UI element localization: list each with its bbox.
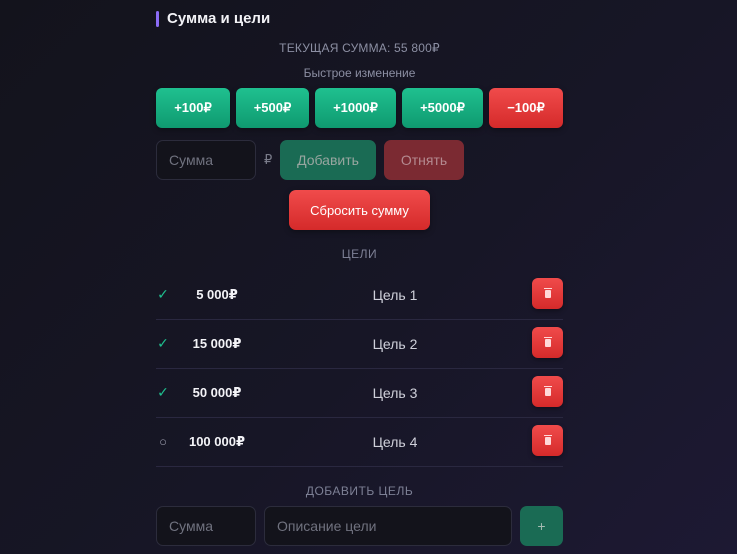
- goal-name: Цель 2: [372, 335, 418, 352]
- goal-row: ○ 100 000₽ Цель 4: [156, 417, 563, 467]
- goal-row: ✓ 50 000₽ Цель 3: [156, 368, 563, 418]
- add-button[interactable]: Добавить: [280, 140, 376, 180]
- goal-name: Цель 4: [372, 433, 418, 450]
- section-title: Сумма и цели: [167, 10, 271, 27]
- trash-icon: [543, 336, 552, 347]
- goal-name: Цель 1: [372, 286, 418, 303]
- current-sum: ТЕКУЩАЯ СУММА: 55 800₽: [279, 41, 440, 55]
- goal-amount: 15 000₽: [192, 335, 242, 351]
- goal-description-input[interactable]: Описание цели: [264, 506, 512, 546]
- amount-input-placeholder: Сумма: [169, 152, 213, 168]
- delete-goal-button[interactable]: [532, 278, 563, 309]
- goal-description-placeholder: Описание цели: [277, 518, 377, 534]
- goal-amount: 5 000₽: [196, 286, 238, 302]
- delete-goal-button[interactable]: [532, 327, 563, 358]
- add-goal-button[interactable]: +: [520, 506, 563, 546]
- subtract-button[interactable]: Отнять: [384, 140, 464, 180]
- amount-input[interactable]: Сумма: [156, 140, 256, 180]
- quick-add-1000-button[interactable]: +1000₽: [315, 88, 396, 128]
- quick-change-label: Быстрое изменение: [303, 66, 416, 80]
- goal-amount-input[interactable]: Сумма: [156, 506, 256, 546]
- quick-subtract-100-button[interactable]: −100₽: [489, 88, 563, 128]
- goal-name: Цель 3: [372, 384, 418, 401]
- goal-amount: 100 000₽: [188, 433, 246, 449]
- goal-row: ✓ 15 000₽ Цель 2: [156, 319, 563, 369]
- section-header: Сумма и цели: [156, 10, 270, 27]
- delete-goal-button[interactable]: [532, 425, 563, 456]
- add-goal-title: ДОБАВИТЬ ЦЕЛЬ: [305, 484, 414, 498]
- check-icon: ✓: [157, 286, 169, 302]
- delete-goal-button[interactable]: [532, 376, 563, 407]
- trash-icon: [543, 287, 552, 298]
- quick-add-5000-button[interactable]: +5000₽: [402, 88, 483, 128]
- circle-icon: ○: [159, 434, 167, 449]
- goal-amount-placeholder: Сумма: [169, 518, 213, 534]
- goals-title: ЦЕЛИ: [341, 247, 378, 261]
- currency-sign: ₽: [264, 152, 273, 167]
- accent-bar: [156, 10, 159, 27]
- trash-icon: [543, 385, 552, 396]
- reset-sum-button[interactable]: Сбросить сумму: [289, 190, 430, 230]
- trash-icon: [543, 434, 552, 445]
- quick-add-100-button[interactable]: +100₽: [156, 88, 230, 128]
- check-icon: ✓: [157, 384, 169, 400]
- quick-add-500-button[interactable]: +500₽: [236, 88, 309, 128]
- goal-amount: 50 000₽: [192, 384, 242, 400]
- check-icon: ✓: [157, 335, 169, 351]
- goal-row: ✓ 5 000₽ Цель 1: [156, 270, 563, 320]
